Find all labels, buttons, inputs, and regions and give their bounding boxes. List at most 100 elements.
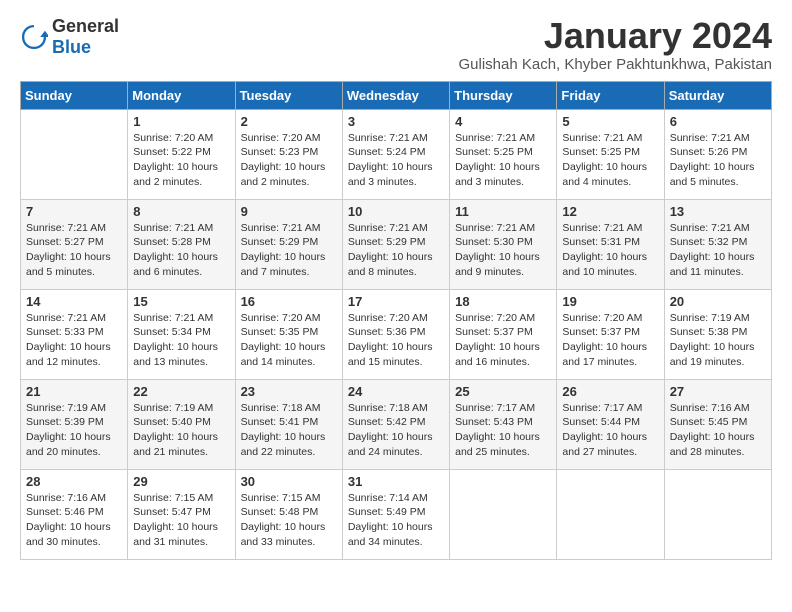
day-info: Sunrise: 7:21 AM Sunset: 5:24 PM Dayligh… <box>348 131 444 190</box>
day-number: 9 <box>241 204 337 219</box>
calendar-cell: 27 Sunrise: 7:16 AM Sunset: 5:45 PM Dayli… <box>664 379 771 469</box>
day-info: Sunrise: 7:21 AM Sunset: 5:25 PM Dayligh… <box>455 131 551 190</box>
calendar-cell: 22Sunrise: 7:19 AM Sunset: 5:40 PM Dayli… <box>128 379 235 469</box>
header-sunday: Sunday <box>21 81 128 109</box>
calendar-cell: 14 Sunrise: 7:21 AM Sunset: 5:33 PM Dayli… <box>21 289 128 379</box>
day-info: Sunrise: 7:19 AM Sunset: 5:39 PM Dayligh… <box>26 401 122 460</box>
calendar-cell: 2Sunrise: 7:20 AM Sunset: 5:23 PM Daylig… <box>235 109 342 199</box>
day-info: Sunrise: 7:15 AM Sunset: 5:48 PM Dayligh… <box>241 491 337 550</box>
day-info: Sunrise: 7:17 AM Sunset: 5:44 PM Dayligh… <box>562 401 658 460</box>
day-info: Sunrise: 7:21 AM Sunset: 5:30 PM Dayligh… <box>455 221 551 280</box>
calendar-cell: 28 Sunrise: 7:16 AM Sunset: 5:46 PM Dayli… <box>21 469 128 559</box>
calendar-cell <box>664 469 771 559</box>
day-number: 17 <box>348 294 444 309</box>
day-info: Sunrise: 7:18 AM Sunset: 5:41 PM Dayligh… <box>241 401 337 460</box>
calendar-cell: 29 Sunrise: 7:15 AM Sunset: 5:47 PM Dayli… <box>128 469 235 559</box>
calendar-cell: 18Sunrise: 7:20 AM Sunset: 5:37 PM Dayli… <box>450 289 557 379</box>
calendar-cell: 5Sunrise: 7:21 AM Sunset: 5:25 PM Daylig… <box>557 109 664 199</box>
day-number: 3 <box>348 114 444 129</box>
week-row-3: 21 Sunrise: 7:19 AM Sunset: 5:39 PM Dayli… <box>21 379 772 469</box>
header-saturday: Saturday <box>664 81 771 109</box>
day-number: 26 <box>562 384 658 399</box>
day-number: 15 <box>133 294 229 309</box>
day-number: 13 <box>670 204 766 219</box>
day-info: Sunrise: 7:19 AM Sunset: 5:38 PM Dayligh… <box>670 311 766 370</box>
week-row-0: 1 Sunrise: 7:20 AM Sunset: 5:22 PM Daylig… <box>21 109 772 199</box>
day-number: 21 <box>26 384 122 399</box>
calendar-cell: 19 Sunrise: 7:20 AM Sunset: 5:37 PM Dayli… <box>557 289 664 379</box>
logo-blue: Blue <box>52 37 91 57</box>
day-info: Sunrise: 7:20 AM Sunset: 5:22 PM Dayligh… <box>133 131 229 190</box>
day-info: Sunrise: 7:21 AM Sunset: 5:31 PM Dayligh… <box>562 221 658 280</box>
day-info: Sunrise: 7:21 AM Sunset: 5:29 PM Dayligh… <box>241 221 337 280</box>
calendar-table: SundayMondayTuesdayWednesdayThursdayFrid… <box>20 81 772 560</box>
day-info: Sunrise: 7:20 AM Sunset: 5:37 PM Dayligh… <box>562 311 658 370</box>
calendar-cell: 30Sunrise: 7:15 AM Sunset: 5:48 PM Dayli… <box>235 469 342 559</box>
day-info: Sunrise: 7:14 AM Sunset: 5:49 PM Dayligh… <box>348 491 444 550</box>
day-info: Sunrise: 7:21 AM Sunset: 5:28 PM Dayligh… <box>133 221 229 280</box>
day-number: 11 <box>455 204 551 219</box>
day-number: 22 <box>133 384 229 399</box>
week-row-2: 14 Sunrise: 7:21 AM Sunset: 5:33 PM Dayli… <box>21 289 772 379</box>
calendar-cell: 9 Sunrise: 7:21 AM Sunset: 5:29 PM Daylig… <box>235 199 342 289</box>
day-number: 20 <box>670 294 766 309</box>
calendar-cell: 15Sunrise: 7:21 AM Sunset: 5:34 PM Dayli… <box>128 289 235 379</box>
day-number: 1 <box>133 114 229 129</box>
calendar-cell <box>557 469 664 559</box>
day-info: Sunrise: 7:21 AM Sunset: 5:27 PM Dayligh… <box>26 221 122 280</box>
header-monday: Monday <box>128 81 235 109</box>
day-number: 7 <box>26 204 122 219</box>
day-info: Sunrise: 7:18 AM Sunset: 5:42 PM Dayligh… <box>348 401 444 460</box>
calendar-cell: 6 Sunrise: 7:21 AM Sunset: 5:26 PM Daylig… <box>664 109 771 199</box>
day-number: 6 <box>670 114 766 129</box>
calendar-cell: 24 Sunrise: 7:18 AM Sunset: 5:42 PM Dayli… <box>342 379 449 469</box>
calendar-cell: 7 Sunrise: 7:21 AM Sunset: 5:27 PM Daylig… <box>21 199 128 289</box>
week-row-1: 7 Sunrise: 7:21 AM Sunset: 5:27 PM Daylig… <box>21 199 772 289</box>
day-info: Sunrise: 7:15 AM Sunset: 5:47 PM Dayligh… <box>133 491 229 550</box>
day-info: Sunrise: 7:17 AM Sunset: 5:43 PM Dayligh… <box>455 401 551 460</box>
calendar-cell: 4 Sunrise: 7:21 AM Sunset: 5:25 PM Daylig… <box>450 109 557 199</box>
calendar-cell: 31Sunrise: 7:14 AM Sunset: 5:49 PM Dayli… <box>342 469 449 559</box>
day-number: 4 <box>455 114 551 129</box>
calendar-cell: 3 Sunrise: 7:21 AM Sunset: 5:24 PM Daylig… <box>342 109 449 199</box>
logo-general: General <box>52 16 119 36</box>
day-number: 2 <box>241 114 337 129</box>
calendar-cell: 16 Sunrise: 7:20 AM Sunset: 5:35 PM Dayli… <box>235 289 342 379</box>
calendar-cell: 13 Sunrise: 7:21 AM Sunset: 5:32 PM Dayli… <box>664 199 771 289</box>
calendar-subtitle: Gulishah Kach, Khyber Pakhtunkhwa, Pakis… <box>458 56 772 73</box>
day-number: 24 <box>348 384 444 399</box>
calendar-title: January 2024 <box>458 16 772 56</box>
calendar-cell <box>21 109 128 199</box>
day-number: 28 <box>26 474 122 489</box>
day-info: Sunrise: 7:16 AM Sunset: 5:45 PM Dayligh… <box>670 401 766 460</box>
day-number: 27 <box>670 384 766 399</box>
calendar-cell: 17 Sunrise: 7:20 AM Sunset: 5:36 PM Dayli… <box>342 289 449 379</box>
calendar-cell: 26 Sunrise: 7:17 AM Sunset: 5:44 PM Dayli… <box>557 379 664 469</box>
logo-icon <box>20 23 48 51</box>
day-info: Sunrise: 7:21 AM Sunset: 5:25 PM Dayligh… <box>562 131 658 190</box>
page-header: General Blue January 2024 Gulishah Kach,… <box>20 16 772 73</box>
day-number: 19 <box>562 294 658 309</box>
calendar-cell: 25Sunrise: 7:17 AM Sunset: 5:43 PM Dayli… <box>450 379 557 469</box>
logo-text: General Blue <box>52 16 119 58</box>
day-info: Sunrise: 7:21 AM Sunset: 5:33 PM Dayligh… <box>26 311 122 370</box>
calendar-cell <box>450 469 557 559</box>
day-number: 8 <box>133 204 229 219</box>
day-info: Sunrise: 7:21 AM Sunset: 5:29 PM Dayligh… <box>348 221 444 280</box>
calendar-cell: 1 Sunrise: 7:20 AM Sunset: 5:22 PM Daylig… <box>128 109 235 199</box>
calendar-cell: 8 Sunrise: 7:21 AM Sunset: 5:28 PM Daylig… <box>128 199 235 289</box>
calendar-cell: 12Sunrise: 7:21 AM Sunset: 5:31 PM Dayli… <box>557 199 664 289</box>
day-info: Sunrise: 7:20 AM Sunset: 5:35 PM Dayligh… <box>241 311 337 370</box>
header-friday: Friday <box>557 81 664 109</box>
day-info: Sunrise: 7:20 AM Sunset: 5:36 PM Dayligh… <box>348 311 444 370</box>
day-info: Sunrise: 7:21 AM Sunset: 5:26 PM Dayligh… <box>670 131 766 190</box>
day-info: Sunrise: 7:16 AM Sunset: 5:46 PM Dayligh… <box>26 491 122 550</box>
calendar-cell: 21 Sunrise: 7:19 AM Sunset: 5:39 PM Dayli… <box>21 379 128 469</box>
day-number: 14 <box>26 294 122 309</box>
week-row-4: 28 Sunrise: 7:16 AM Sunset: 5:46 PM Dayli… <box>21 469 772 559</box>
day-info: Sunrise: 7:21 AM Sunset: 5:32 PM Dayligh… <box>670 221 766 280</box>
header-tuesday: Tuesday <box>235 81 342 109</box>
day-number: 29 <box>133 474 229 489</box>
day-number: 16 <box>241 294 337 309</box>
calendar-cell: 20 Sunrise: 7:19 AM Sunset: 5:38 PM Dayli… <box>664 289 771 379</box>
